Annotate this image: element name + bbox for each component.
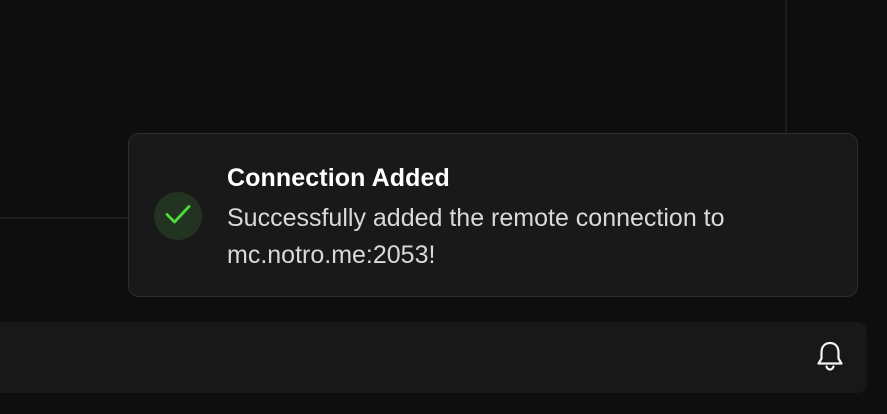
toast-message: Successfully added the remote connection… bbox=[227, 204, 725, 269]
bell-icon bbox=[815, 340, 845, 377]
notifications-button[interactable] bbox=[813, 340, 847, 376]
bottom-bar bbox=[0, 322, 867, 393]
toast-title: Connection Added bbox=[227, 164, 450, 192]
check-icon bbox=[164, 203, 192, 230]
app-window: Connection Added Successfully added the … bbox=[0, 0, 887, 414]
connection-toast[interactable]: Connection Added Successfully added the … bbox=[128, 133, 858, 297]
success-badge bbox=[154, 192, 202, 240]
